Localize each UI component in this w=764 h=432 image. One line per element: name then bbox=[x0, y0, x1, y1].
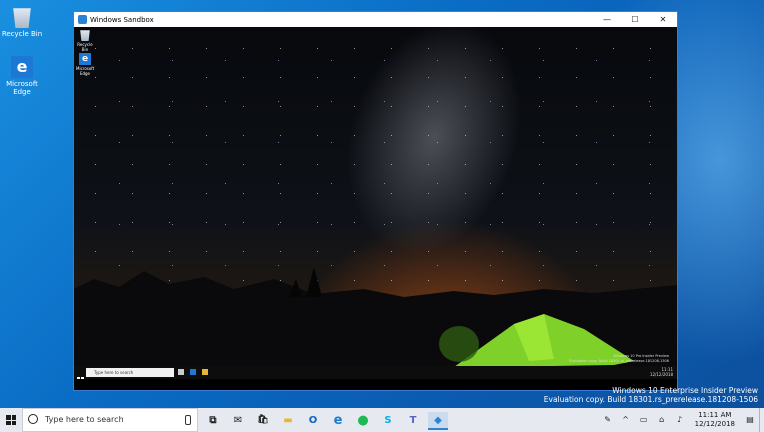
window-title: Windows Sandbox bbox=[90, 15, 154, 24]
desktop-icon-label: Microsoft Edge bbox=[6, 80, 38, 96]
sandbox-date: 12/12/2018 bbox=[649, 372, 673, 377]
chevron-up-icon[interactable]: ^ bbox=[620, 414, 632, 426]
teams-glyph: T bbox=[409, 414, 417, 426]
sandbox-app-icon bbox=[78, 15, 87, 24]
window-titlebar[interactable]: Windows Sandbox — ☐ ✕ bbox=[74, 12, 677, 27]
sandbox-window[interactable]: Windows Sandbox — ☐ ✕ Recycle Bin e Micr… bbox=[73, 11, 678, 391]
outlook-glyph: O bbox=[308, 414, 318, 426]
store-icon[interactable]: 🛍 bbox=[255, 412, 271, 428]
desktop-icon-recycle-bin[interactable]: Recycle Bin bbox=[0, 6, 44, 38]
battery-icon[interactable]: ▭ bbox=[638, 414, 650, 426]
start-button[interactable] bbox=[0, 408, 22, 432]
edge-icon[interactable] bbox=[190, 369, 196, 375]
task-view-glyph: ⧉ bbox=[209, 414, 217, 426]
sandbox-icon-edge[interactable]: e Microsoft Edge bbox=[76, 53, 94, 76]
system-tray: ✎ ^ ▭ ⌂ ♪ 11:11 AM 12/12/2018 ▤ bbox=[599, 408, 764, 432]
windows-sandbox-taskbar-icon[interactable]: ◆ bbox=[428, 412, 448, 430]
sandbox-taskbar: Type here to search 11:11 12/12/2018 bbox=[74, 366, 677, 379]
sandbox-icon-recycle-bin[interactable]: Recycle Bin bbox=[76, 29, 94, 52]
edge-icon[interactable]: e bbox=[330, 412, 346, 428]
microphone-icon[interactable] bbox=[185, 415, 191, 425]
clock-time: 11:11 AM bbox=[698, 411, 732, 419]
taskbar-search-box[interactable]: Type here to search bbox=[22, 408, 198, 432]
close-button[interactable]: ✕ bbox=[649, 12, 677, 27]
teams-icon[interactable]: T bbox=[405, 412, 421, 428]
edge-icon: e bbox=[79, 53, 91, 65]
sandbox-watermark-line2: Evaluation copy. Build 18301.rs_prerelea… bbox=[569, 358, 669, 363]
search-placeholder: Type here to search bbox=[45, 415, 124, 424]
volume-icon[interactable]: ♪ bbox=[674, 414, 686, 426]
sandbox-search-box[interactable]: Type here to search bbox=[86, 368, 174, 377]
desktop-icon-label: Recycle Bin bbox=[1, 30, 43, 38]
watermark-line2: Evaluation copy. Build 18301.rs_prerelea… bbox=[543, 395, 758, 404]
watermark-line1: Windows 10 Enterprise Insider Preview bbox=[612, 386, 758, 395]
file-explorer-icon[interactable] bbox=[202, 369, 208, 375]
maximize-button[interactable]: ☐ bbox=[621, 12, 649, 27]
task-view-icon[interactable]: ⧉ bbox=[205, 412, 221, 428]
edge-glyph: e bbox=[333, 412, 343, 428]
task-view-icon[interactable] bbox=[178, 369, 184, 375]
network-icon[interactable]: ⌂ bbox=[656, 414, 668, 426]
search-icon bbox=[28, 414, 38, 424]
spotify-glyph: ● bbox=[357, 412, 369, 428]
spotify-icon[interactable]: ● bbox=[355, 412, 371, 428]
sandbox-desktop[interactable]: Recycle Bin e Microsoft Edge Windows 10 … bbox=[74, 27, 677, 379]
desktop-icon-edge[interactable]: e Microsoft Edge bbox=[0, 56, 44, 96]
taskbar-clock[interactable]: 11:11 AM 12/12/2018 bbox=[695, 411, 735, 429]
outlook-icon[interactable]: O bbox=[305, 412, 321, 428]
sandbox-watermark: Windows 10 Pro Insider Preview Evaluatio… bbox=[569, 354, 669, 363]
windows-logo-icon bbox=[6, 415, 16, 425]
windows-sandbox-glyph: ◆ bbox=[434, 414, 442, 426]
desktop-watermark: Windows 10 Enterprise Insider Preview Ev… bbox=[544, 386, 758, 404]
taskbar: Type here to search ⧉ ✉ 🛍 ▬ O e ● S T ◆ … bbox=[0, 408, 764, 432]
minimize-button[interactable]: — bbox=[593, 12, 621, 27]
notifications-icon[interactable]: ▤ bbox=[744, 414, 756, 426]
clock-date: 12/12/2018 bbox=[694, 420, 735, 428]
sandbox-start-button[interactable] bbox=[77, 369, 84, 379]
sandbox-icon-label: Microsoft Edge bbox=[76, 66, 95, 76]
store-glyph: 🛍 bbox=[257, 415, 269, 425]
skype-glyph: S bbox=[384, 414, 392, 426]
sandbox-icon-label: Recycle Bin bbox=[77, 42, 93, 52]
file-explorer-icon[interactable]: ▬ bbox=[280, 412, 296, 428]
skype-icon[interactable]: S bbox=[380, 412, 396, 428]
edge-icon: e bbox=[11, 56, 33, 78]
show-desktop-button[interactable] bbox=[759, 408, 764, 432]
recycle-bin-icon bbox=[80, 30, 90, 41]
pen-icon[interactable]: ✎ bbox=[602, 414, 614, 426]
mail-glyph: ✉ bbox=[233, 414, 243, 426]
recycle-bin-icon bbox=[13, 8, 31, 28]
mail-icon[interactable]: ✉ bbox=[230, 412, 246, 428]
sandbox-clock[interactable]: 11:11 12/12/2018 bbox=[650, 367, 673, 377]
file-explorer-glyph: ▬ bbox=[283, 414, 293, 426]
